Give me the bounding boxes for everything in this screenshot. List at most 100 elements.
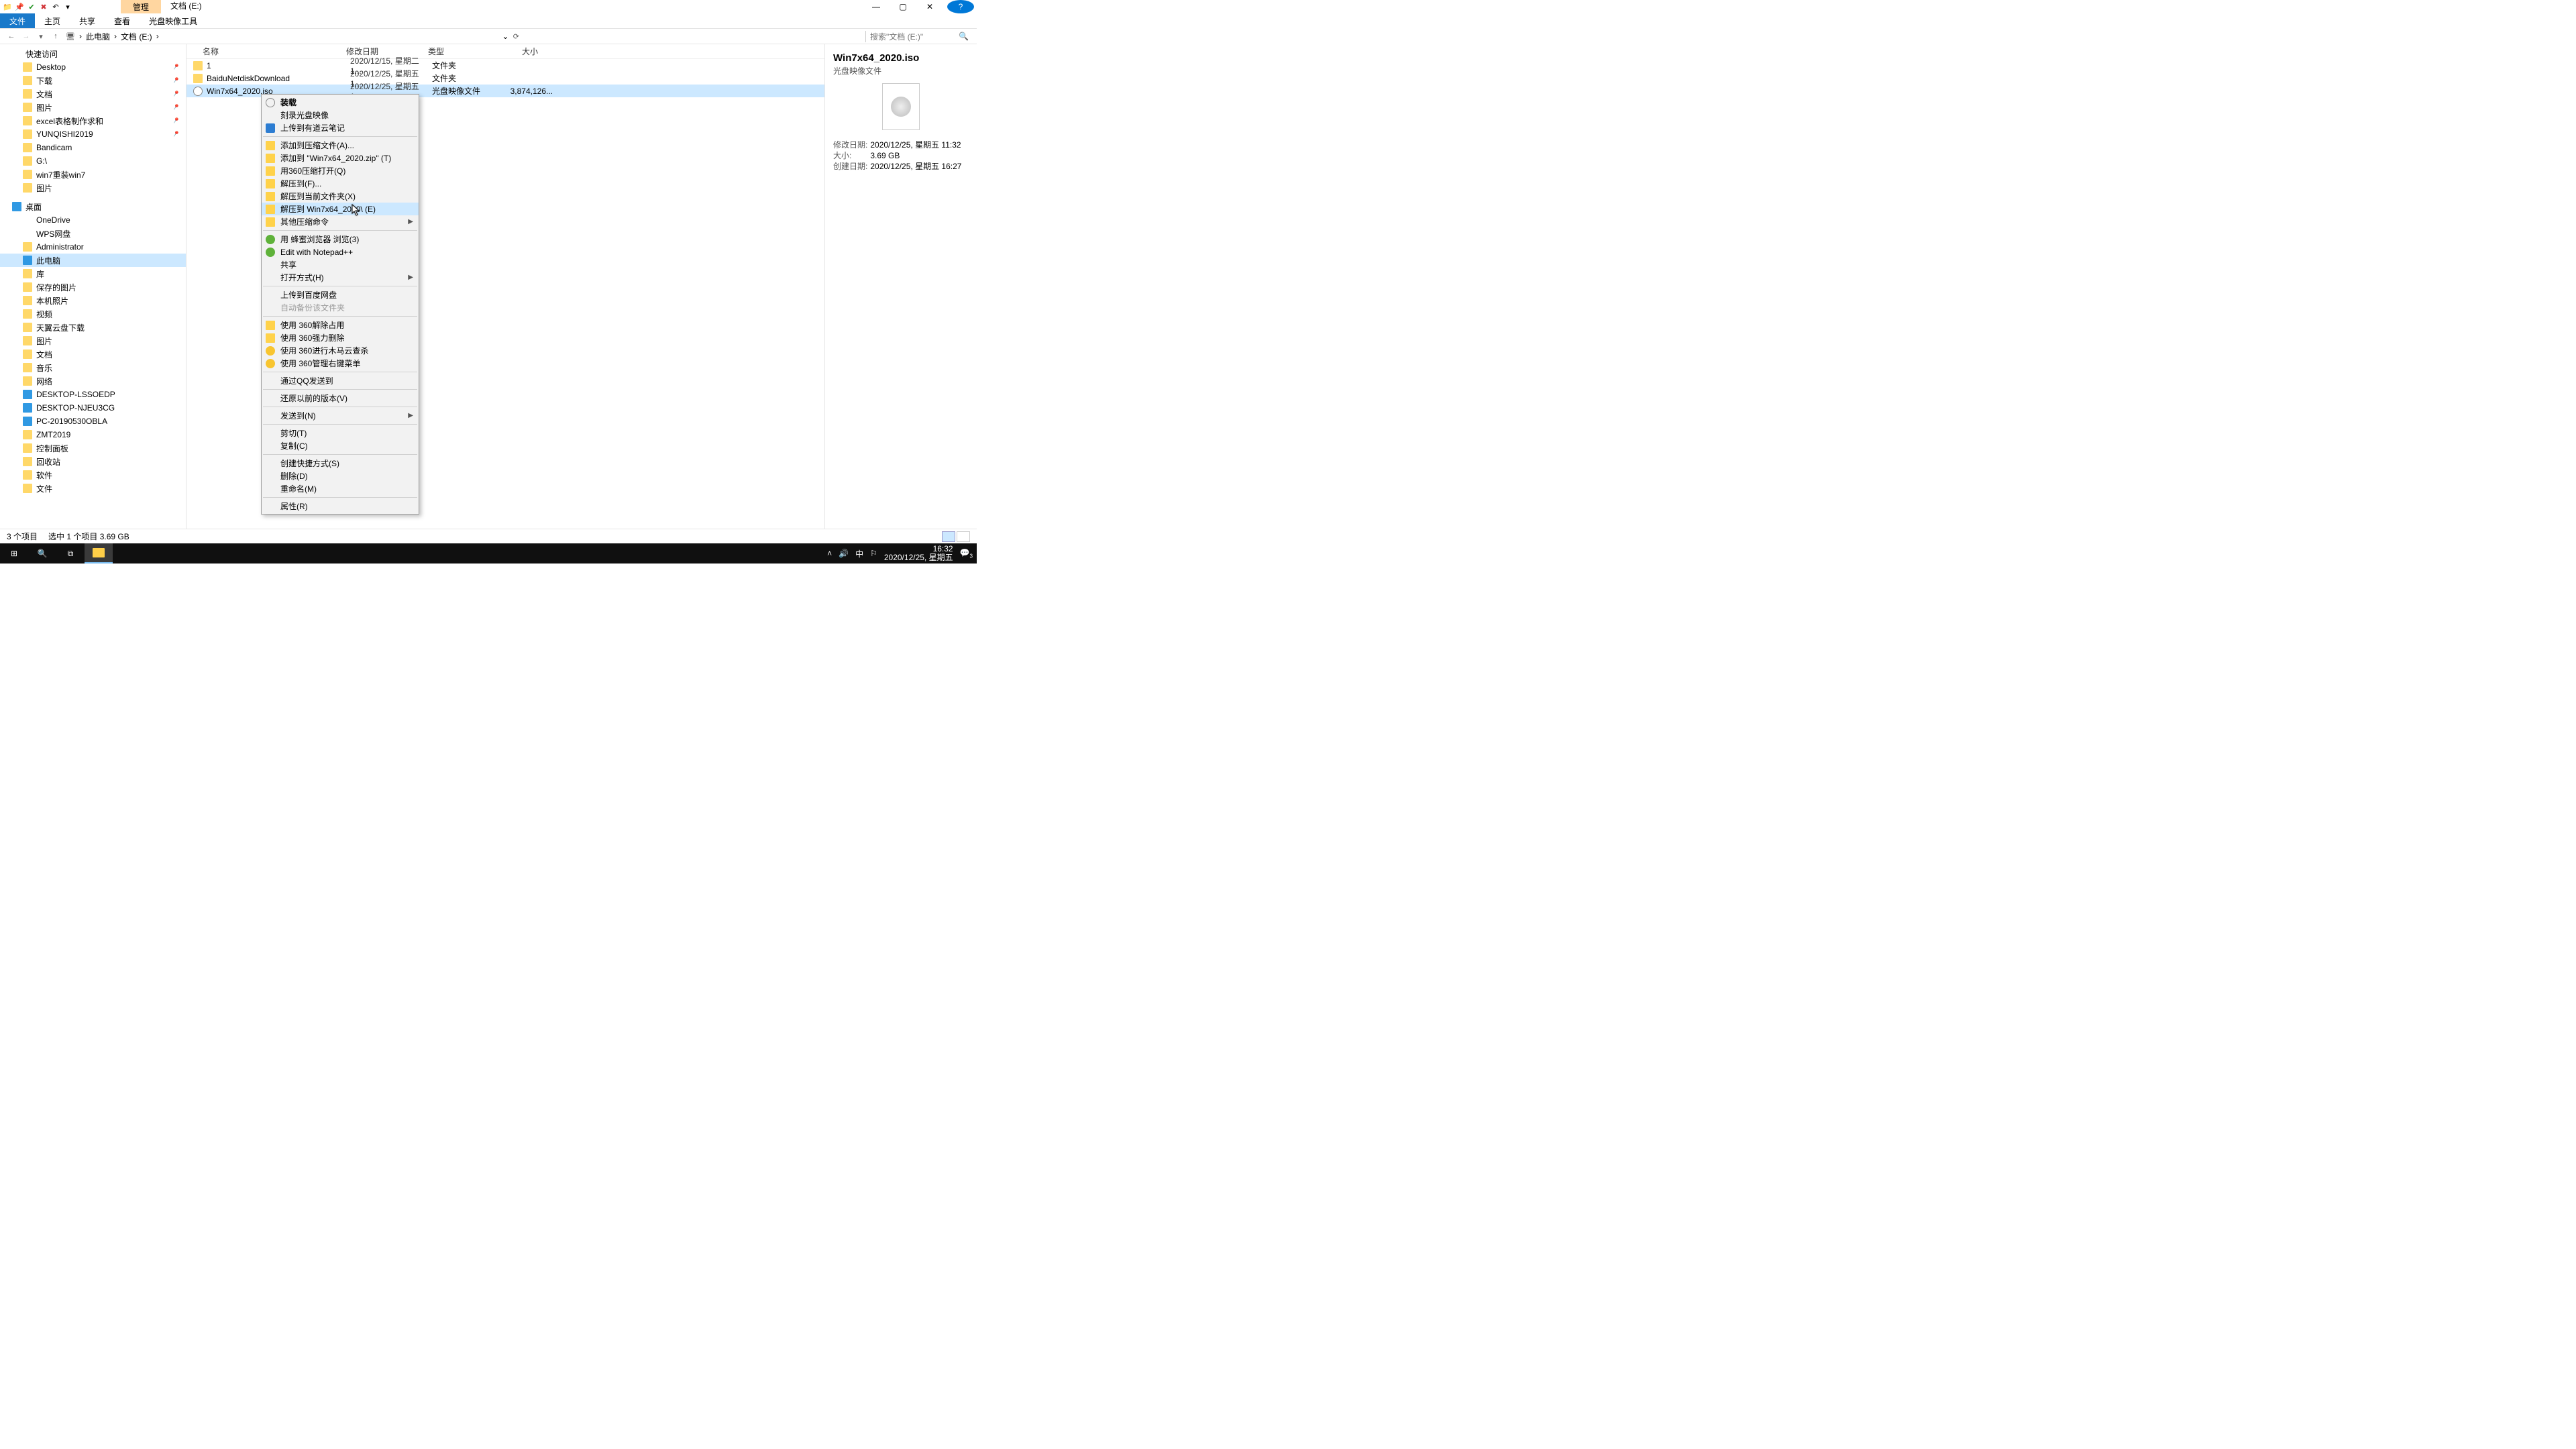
search-input[interactable]: 搜索"文档 (E:)" 🔍	[865, 31, 973, 42]
ribbon-tab-share[interactable]: 共享	[70, 13, 105, 28]
tray-ime-icon[interactable]: 中	[855, 548, 863, 559]
menu-item[interactable]: 装载	[262, 96, 419, 109]
menu-item[interactable]: 用 蜂蜜浏览器 浏览(3)	[262, 233, 419, 246]
nav-item[interactable]: 天翼云盘下载	[0, 321, 186, 334]
menu-item[interactable]: 添加到 "Win7x64_2020.zip" (T)	[262, 152, 419, 164]
col-name[interactable]: 名称	[186, 46, 341, 57]
start-button[interactable]: ⊞	[0, 543, 28, 564]
nav-item[interactable]: 视频	[0, 307, 186, 321]
qat-delete-icon[interactable]: ✖	[39, 2, 48, 11]
menu-item[interactable]: 打开方式(H)▶	[262, 271, 419, 284]
qat-pin-icon[interactable]: 📌	[15, 2, 24, 11]
minimize-button[interactable]: —	[863, 0, 890, 13]
menu-item[interactable]: 使用 360进行木马云查杀	[262, 344, 419, 357]
nav-item[interactable]: ZMT2019	[0, 428, 186, 441]
nav-item[interactable]: 图片	[0, 334, 186, 347]
nav-up-button[interactable]: ↑	[50, 30, 62, 42]
nav-item[interactable]: 本机照片	[0, 294, 186, 307]
menu-item[interactable]: 刻录光盘映像	[262, 109, 419, 121]
nav-item[interactable]: 保存的图片	[0, 280, 186, 294]
nav-item[interactable]: excel表格制作求和📍	[0, 114, 186, 127]
nav-item[interactable]: Administrator	[0, 240, 186, 254]
nav-item[interactable]: 控制面板	[0, 441, 186, 455]
nav-item[interactable]: 软件	[0, 468, 186, 482]
addr-dropdown-icon[interactable]: ⌄	[502, 32, 508, 41]
table-row[interactable]: BaiduNetdiskDownload2020/12/25, 星期五 1...…	[186, 72, 824, 85]
nav-item[interactable]: WPS网盘	[0, 227, 186, 240]
menu-item[interactable]: 其他压缩命令▶	[262, 215, 419, 228]
crumb-root[interactable]: 此电脑	[85, 31, 111, 42]
tray-volume-icon[interactable]: 🔊	[839, 549, 849, 558]
menu-item[interactable]: 解压到(F)...	[262, 177, 419, 190]
nav-item[interactable]: DESKTOP-NJEU3CG	[0, 401, 186, 415]
task-view-button[interactable]: ⧉	[56, 543, 85, 564]
menu-item[interactable]: 创建快捷方式(S)	[262, 457, 419, 470]
menu-item[interactable]: 使用 360解除占用	[262, 319, 419, 331]
nav-history-button[interactable]: ▾	[35, 30, 47, 42]
nav-item[interactable]: 文档📍	[0, 87, 186, 101]
contextual-tab-manage[interactable]: 管理	[121, 0, 161, 13]
nav-item[interactable]: 图片	[0, 181, 186, 195]
nav-item[interactable]: 下载📍	[0, 74, 186, 87]
menu-item[interactable]: 通过QQ发送到	[262, 374, 419, 387]
tray-clock[interactable]: 16:32 2020/12/25, 星期五	[884, 545, 953, 562]
menu-item[interactable]: 使用 360管理右键菜单	[262, 357, 419, 370]
refresh-button[interactable]: ⟳	[510, 30, 522, 42]
nav-item[interactable]: YUNQISHI2019📍	[0, 127, 186, 141]
nav-item[interactable]: 文档	[0, 347, 186, 361]
menu-item[interactable]: 复制(C)	[262, 439, 419, 452]
breadcrumb[interactable]: › 此电脑 › 文档 (E:) ›	[78, 31, 160, 42]
help-icon[interactable]: ?	[947, 0, 974, 13]
menu-item[interactable]: Edit with Notepad++	[262, 246, 419, 258]
nav-item[interactable]: G:\	[0, 154, 186, 168]
ribbon-tab-home[interactable]: 主页	[35, 13, 70, 28]
view-details-button[interactable]	[942, 531, 955, 542]
ribbon-tab-disctools[interactable]: 光盘映像工具	[140, 13, 207, 28]
qat-check-icon[interactable]: ✔	[27, 2, 36, 11]
menu-item[interactable]: 重命名(M)	[262, 482, 419, 495]
view-large-button[interactable]	[957, 531, 970, 542]
crumb-path[interactable]: 文档 (E:)	[119, 31, 154, 42]
menu-item[interactable]: 使用 360强力删除	[262, 331, 419, 344]
nav-item[interactable]: 文件	[0, 482, 186, 495]
ribbon-tab-file[interactable]: 文件	[0, 13, 35, 28]
nav-item[interactable]: 回收站	[0, 455, 186, 468]
tray-security-icon[interactable]: ⚐	[870, 549, 877, 558]
nav-item[interactable]: 音乐	[0, 361, 186, 374]
nav-item[interactable]: OneDrive	[0, 213, 186, 227]
close-button[interactable]: ✕	[916, 0, 943, 13]
nav-item[interactable]: win7重装win7	[0, 168, 186, 181]
qat-dropdown-icon[interactable]: ▾	[63, 2, 72, 11]
menu-item[interactable]: 共享	[262, 258, 419, 271]
menu-item[interactable]: 上传到百度网盘	[262, 288, 419, 301]
nav-item[interactable]: PC-20190530OBLA	[0, 415, 186, 428]
taskbar-explorer[interactable]	[85, 543, 113, 564]
menu-item[interactable]: 解压到 Win7x64_2020\ (E)	[262, 203, 419, 215]
menu-item[interactable]: 剪切(T)	[262, 427, 419, 439]
menu-item[interactable]: 属性(R)	[262, 500, 419, 513]
ribbon-tab-view[interactable]: 查看	[105, 13, 140, 28]
nav-item[interactable]: DESKTOP-LSSOEDP	[0, 388, 186, 401]
maximize-button[interactable]: ▢	[890, 0, 916, 13]
qat-undo-icon[interactable]: ↶	[51, 2, 60, 11]
col-size[interactable]: 大小	[490, 46, 543, 57]
nav-item[interactable]: 快速访问	[0, 47, 186, 60]
nav-item[interactable]: Bandicam	[0, 141, 186, 154]
nav-item[interactable]: 图片📍	[0, 101, 186, 114]
nav-item[interactable]: 网络	[0, 374, 186, 388]
menu-item[interactable]: 解压到当前文件夹(X)	[262, 190, 419, 203]
nav-back-button[interactable]: ←	[5, 30, 17, 42]
menu-item[interactable]: 还原以前的版本(V)	[262, 392, 419, 405]
menu-item[interactable]: 用360压缩打开(Q)	[262, 164, 419, 177]
menu-item[interactable]: 上传到有道云笔记	[262, 121, 419, 134]
menu-item[interactable]: 删除(D)	[262, 470, 419, 482]
tray-notifications-icon[interactable]: 💬3	[960, 548, 973, 559]
menu-item[interactable]: 添加到压缩文件(A)...	[262, 139, 419, 152]
menu-item[interactable]: 发送到(N)▶	[262, 409, 419, 422]
nav-forward-button[interactable]: →	[20, 30, 32, 42]
col-type[interactable]: 类型	[423, 46, 490, 57]
search-button[interactable]: 🔍	[28, 543, 56, 564]
nav-item[interactable]: Desktop📍	[0, 60, 186, 74]
table-row[interactable]: 12020/12/15, 星期二 1...文件夹	[186, 59, 824, 72]
nav-item[interactable]: 库	[0, 267, 186, 280]
